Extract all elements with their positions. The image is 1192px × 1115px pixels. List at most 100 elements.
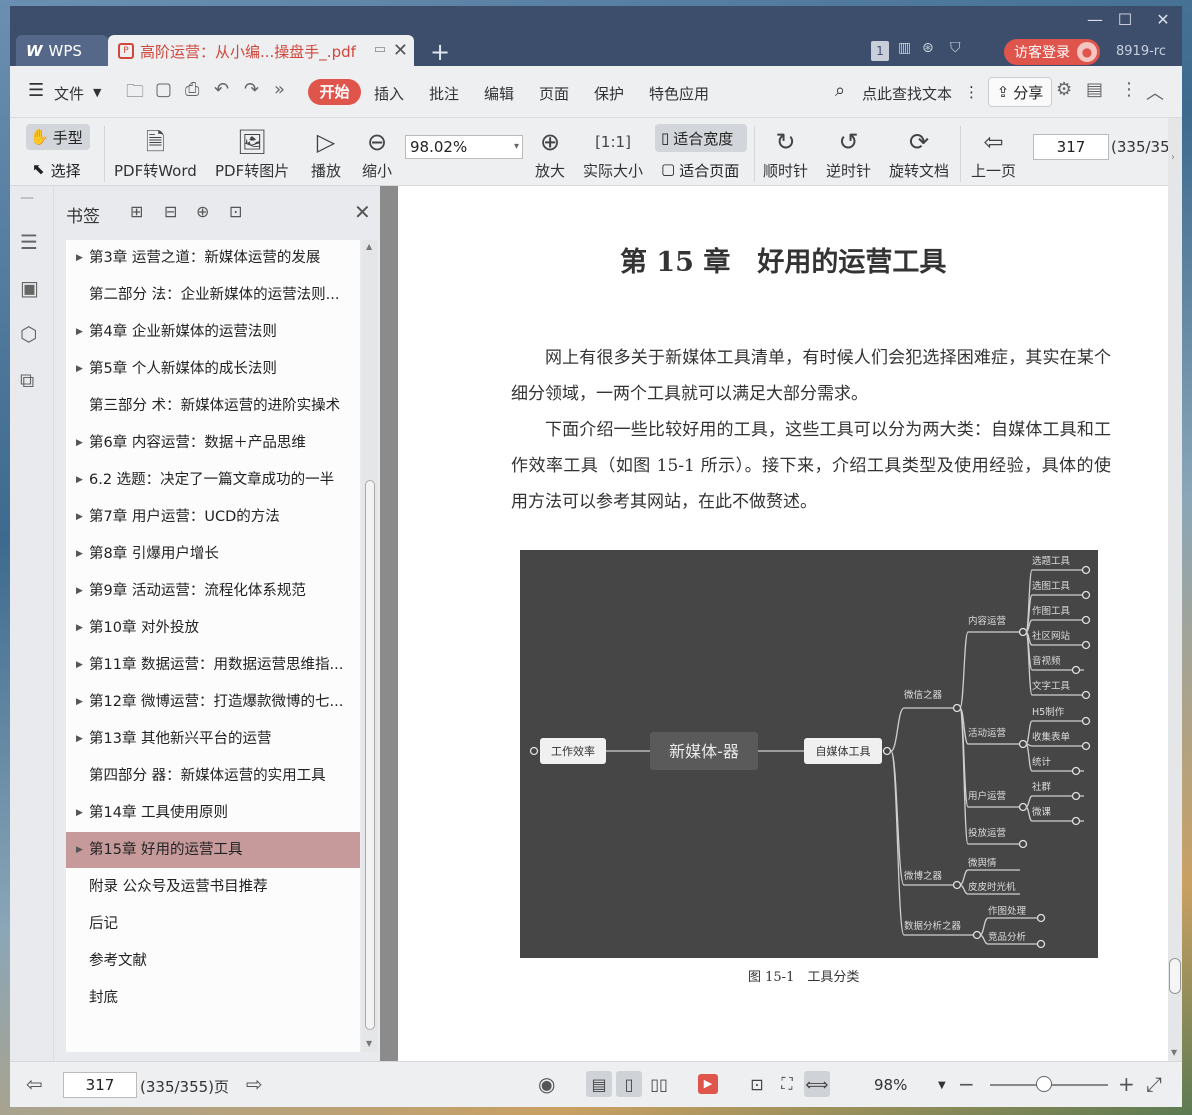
expand-triangle-icon[interactable]: ▶: [76, 351, 83, 387]
menu-insert[interactable]: 插入: [374, 83, 404, 104]
previous-page-button[interactable]: ⇦ 上一页: [971, 124, 1016, 181]
chevron-right-icon[interactable]: ›: [1171, 152, 1175, 163]
layout-icon[interactable]: ▥: [898, 40, 911, 56]
bookmark-item[interactable]: ▶ 6.2 选题：决定了一篇文章成功的一半: [66, 462, 360, 498]
actual-size-button[interactable]: [1:1] 实际大小: [583, 124, 643, 181]
expand-triangle-icon[interactable]: ▶: [76, 684, 83, 720]
bookmark-item[interactable]: ▶ 第5章 个人新媒体的成长法则: [66, 351, 360, 387]
scroll-down-icon[interactable]: ▼: [366, 1039, 372, 1048]
settings-icon[interactable]: ⚙: [1056, 79, 1072, 100]
scroll-down-icon[interactable]: ▼: [1171, 1048, 1177, 1057]
maximize-icon[interactable]: ☐: [1112, 10, 1138, 29]
zoom-select[interactable]: 98.02% ▾: [405, 135, 523, 159]
menu-features[interactable]: 特色应用: [649, 83, 709, 104]
menu-start[interactable]: 开始: [308, 79, 361, 105]
next-page-arrow-icon[interactable]: ⇨: [246, 1072, 263, 1096]
hand-tool-button[interactable]: ✋ 手型: [26, 124, 90, 150]
print-icon[interactable]: ⎙: [185, 79, 199, 100]
menu-page[interactable]: 页面: [539, 83, 569, 104]
bookmark-item[interactable]: 附录 公众号及运营书目推荐: [66, 869, 360, 905]
comment-icon[interactable]: ▤: [1086, 79, 1103, 100]
bookmark-item[interactable]: ▶ 第4章 企业新媒体的运营法则: [66, 314, 360, 350]
bookmark-item[interactable]: ▶ 第12章 微博运营：打造爆款微博的七...: [66, 684, 360, 720]
status-page-input[interactable]: 317: [63, 1072, 137, 1098]
bookmark-item[interactable]: 封底: [66, 980, 360, 1016]
fit-page-status-icon[interactable]: ⛶: [774, 1071, 800, 1097]
rotate-counterclockwise-button[interactable]: ↺ 逆时针: [826, 124, 871, 181]
actual-size-status-icon[interactable]: ⊡: [744, 1071, 770, 1097]
expand-triangle-icon[interactable]: ▶: [76, 832, 83, 868]
page-number-input[interactable]: 317: [1033, 134, 1109, 160]
expand-all-icon[interactable]: ⊞: [130, 202, 143, 221]
expand-triangle-icon[interactable]: ▶: [76, 499, 83, 535]
fit-width-button[interactable]: ▯ 适合宽度: [655, 124, 747, 152]
open-folder-icon[interactable]: 🗀: [126, 79, 144, 109]
bookmark-item[interactable]: 后记: [66, 906, 360, 942]
close-panel-icon[interactable]: ✕: [354, 200, 371, 224]
expand-triangle-icon[interactable]: ▶: [76, 573, 83, 609]
zoom-out-button[interactable]: ⊖ 缩小: [362, 124, 392, 181]
shirt-icon[interactable]: ⛉: [950, 40, 961, 56]
bookmark-item[interactable]: ▶ 第3章 运营之道：新媒体运营的发展: [66, 240, 360, 276]
more-arrows-icon[interactable]: »: [274, 79, 285, 100]
images-icon[interactable]: ▣: [20, 276, 39, 300]
zoom-minus-icon[interactable]: −: [958, 1072, 975, 1096]
screen-icon[interactable]: ▭: [374, 42, 386, 57]
two-page-icon[interactable]: ▯▯: [646, 1071, 672, 1097]
bookmark-item[interactable]: ▶ 第10章 对外投放: [66, 610, 360, 646]
save-icon[interactable]: ▢: [155, 79, 172, 100]
expand-triangle-icon[interactable]: ▶: [76, 425, 83, 461]
single-page-icon[interactable]: ▯: [616, 1071, 642, 1097]
expand-triangle-icon[interactable]: ▶: [76, 314, 83, 350]
chevron-down-icon[interactable]: ▼: [93, 86, 101, 99]
continuous-view-icon[interactable]: ▤: [586, 1071, 612, 1097]
bookmark-item[interactable]: ▶ 第7章 用户运营：UCD的方法: [66, 499, 360, 535]
search-icon[interactable]: ⌕: [835, 80, 845, 101]
zoom-in-button[interactable]: ⊕ 放大: [535, 124, 565, 181]
undo-icon[interactable]: ↶: [214, 79, 229, 100]
tab-document[interactable]: P 高阶运营：从小编...操盘手_.pdf ▭ ✕: [108, 35, 414, 67]
menu-annotate[interactable]: 批注: [429, 83, 459, 104]
find-text-button[interactable]: 点此查找文本: [862, 83, 952, 104]
zoom-slider-handle[interactable]: [1036, 1076, 1052, 1092]
prev-page-arrow-icon[interactable]: ⇦: [26, 1072, 43, 1096]
hamburger-icon[interactable]: ☰: [28, 80, 44, 101]
expand-triangle-icon[interactable]: ▶: [76, 536, 83, 572]
menu-file[interactable]: 文件: [54, 83, 84, 104]
fullscreen-icon[interactable]: ⤢: [1146, 1072, 1162, 1096]
minimize-icon[interactable]: —: [1082, 10, 1108, 29]
bookmark-icon[interactable]: ⊡: [229, 202, 242, 221]
eye-protect-icon[interactable]: ◉: [538, 1072, 555, 1096]
add-bookmark-icon[interactable]: ⊕: [196, 202, 209, 221]
bookmark-scrollbar[interactable]: ▲ ▼: [362, 240, 378, 1052]
stamp-icon[interactable]: ⬡: [20, 322, 37, 346]
menu-edit[interactable]: 编辑: [484, 83, 514, 104]
bookmark-item[interactable]: 参考文献: [66, 943, 360, 979]
bookmark-item[interactable]: 第三部分 术：新媒体运营的进阶实操术: [66, 388, 360, 424]
window-count-badge[interactable]: 1: [871, 41, 889, 61]
expand-triangle-icon[interactable]: ▶: [76, 721, 83, 757]
share-button[interactable]: ⇪ 分享: [988, 77, 1052, 107]
fit-page-button[interactable]: ▢ 适合页面: [661, 160, 739, 181]
bookmark-item[interactable]: ▶ 第14章 工具使用原则: [66, 795, 360, 831]
scrollbar-thumb[interactable]: [1169, 958, 1181, 994]
expand-triangle-icon[interactable]: ▶: [76, 647, 83, 683]
bookmark-item-selected[interactable]: ▶ 第15章 好用的运营工具: [66, 832, 360, 868]
pdf-to-image-button[interactable]: 🖼 PDF转图片: [215, 124, 289, 181]
expand-triangle-icon[interactable]: ▶: [76, 610, 83, 646]
rotate-clockwise-button[interactable]: ↻ 顺时针: [763, 124, 808, 181]
document-scrollbar[interactable]: › ▼: [1168, 118, 1182, 1061]
bookmark-item[interactable]: ▶ 第9章 活动运营：流程化体系规范: [66, 573, 360, 609]
chevron-down-icon[interactable]: ▼: [938, 1080, 946, 1091]
new-tab-button[interactable]: +: [430, 38, 450, 66]
guest-login-button[interactable]: 访客登录 ●: [1004, 39, 1100, 65]
more-vertical-icon[interactable]: ⋮: [964, 83, 979, 101]
scrollbar-thumb[interactable]: [365, 480, 375, 1030]
thumbnails-icon[interactable]: ☰: [20, 230, 38, 254]
rotate-document-button[interactable]: ⟳ 旋转文档: [889, 124, 949, 181]
bookmark-item[interactable]: ▶ 第13章 其他新兴平台的运营: [66, 721, 360, 757]
bookmark-item[interactable]: 第四部分 器：新媒体运营的实用工具: [66, 758, 360, 794]
tab-close-icon[interactable]: ✕: [393, 40, 408, 61]
pdf-to-word-button[interactable]: 🗎 PDF转Word: [114, 124, 197, 181]
close-icon[interactable]: ✕: [1150, 10, 1176, 29]
